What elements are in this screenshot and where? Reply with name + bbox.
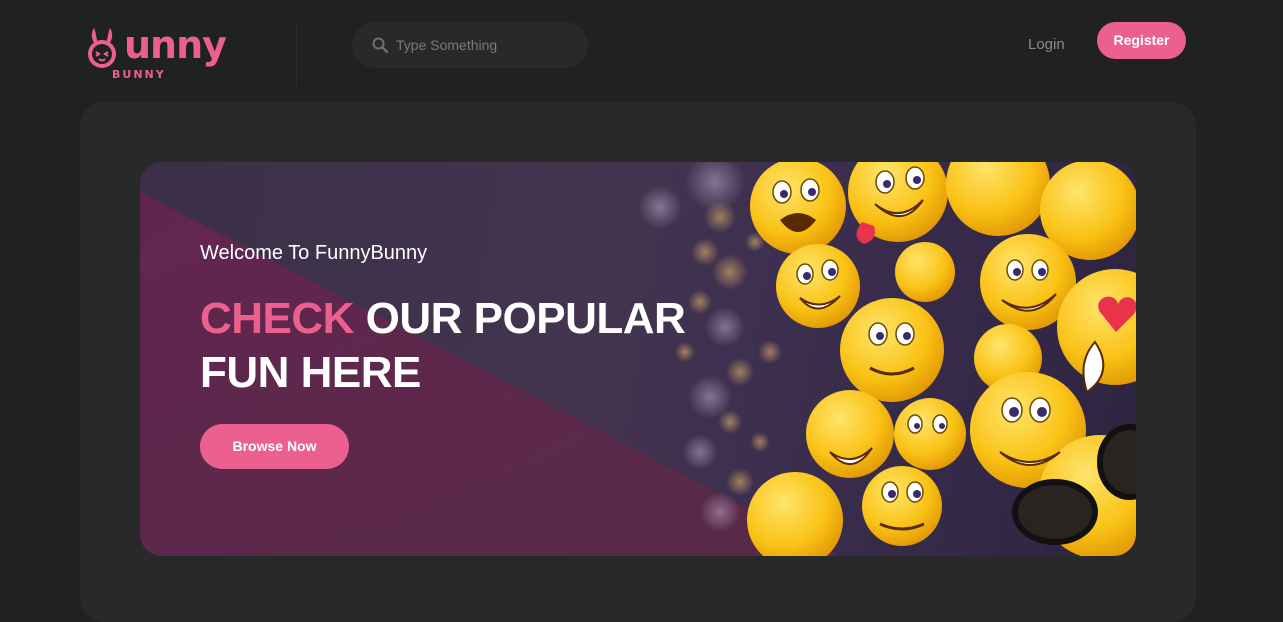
search-input[interactable] [396, 22, 576, 68]
hero-banner: Welcome To FunnyBunny CHECK OUR POPULAR … [140, 162, 1136, 556]
browse-now-button[interactable]: Browse Now [200, 424, 349, 469]
search-icon [372, 37, 388, 53]
headline-line1: OUR POPULAR [353, 294, 686, 343]
bunny-logo-icon [88, 28, 116, 68]
header-divider [296, 22, 297, 86]
welcome-text: Welcome To FunnyBunny [200, 242, 428, 264]
logo[interactable]: unny BUNNY [84, 22, 227, 84]
headline-line2: FUN HERE [200, 348, 421, 397]
search-box[interactable] [352, 22, 588, 68]
hero-headline: CHECK OUR POPULAR FUN HERE [200, 292, 720, 400]
logo-subtitle: BUNNY [112, 68, 166, 81]
headline-accent: CHECK [200, 294, 354, 343]
site-header: unny BUNNY Login Register [0, 0, 1283, 92]
register-button[interactable]: Register [1097, 22, 1186, 59]
login-link[interactable]: Login [1028, 36, 1065, 53]
logo-word: unny [124, 23, 227, 67]
